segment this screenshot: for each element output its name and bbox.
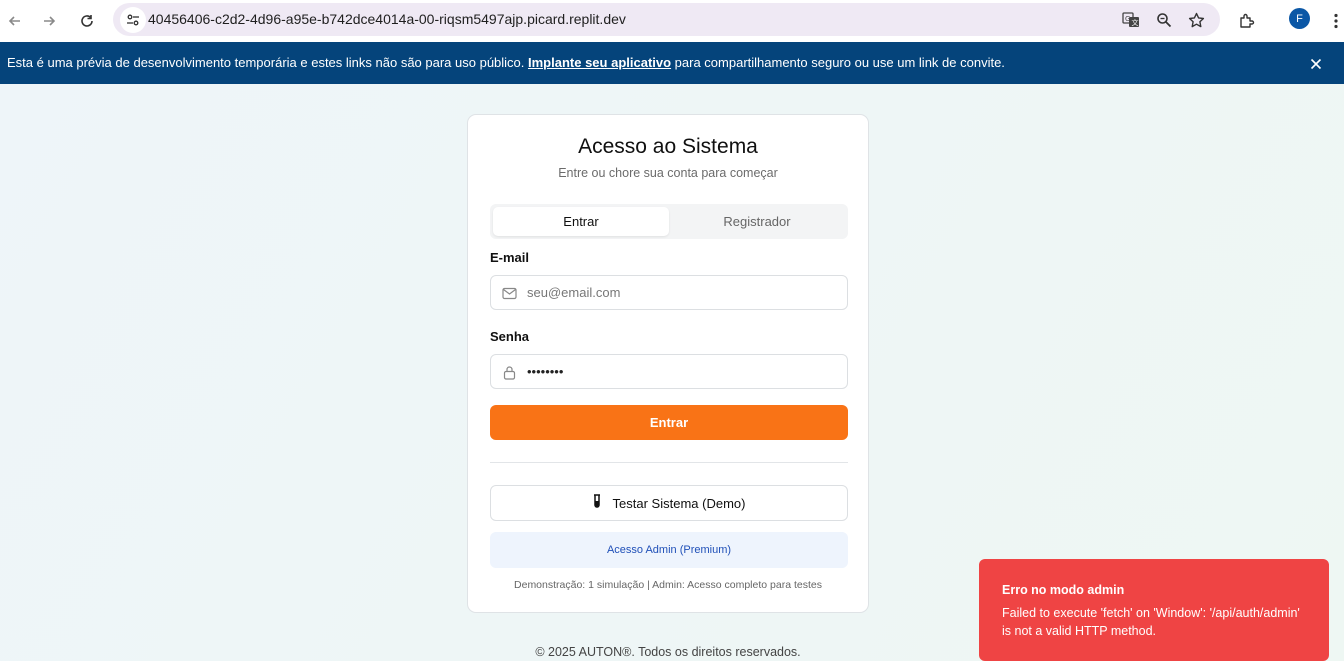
more-menu-icon[interactable] [1323,8,1344,34]
divider [490,462,848,463]
zoom-icon[interactable] [1153,9,1175,31]
auth-tabs: Entrar Registrador [490,204,848,239]
extensions-icon[interactable] [1234,8,1260,34]
email-field[interactable] [490,275,848,310]
toast-message: Failed to execute 'fetch' on 'Window': '… [1002,606,1300,638]
login-card: Acesso ao Sistema Entre ou chore sua con… [467,114,869,613]
test-tube-icon [593,494,601,512]
email-label: E-mail [490,250,530,265]
svg-text:文: 文 [1132,18,1139,27]
password-label: Senha [490,329,530,344]
tab-registrador[interactable]: Registrador [669,207,845,236]
login-submit-button[interactable]: Entrar [490,405,848,440]
svg-text:G: G [1125,15,1130,23]
browser-toolbar: 40456406-c2d2-4d96-a95e-b742dce4014a-00-… [0,0,1344,42]
deploy-app-link[interactable]: Implante seu aplicativo [528,55,671,70]
reload-icon[interactable] [74,8,100,34]
banner-text-before: Esta é uma prévia de desenvolvimento tem… [7,55,529,70]
address-bar[interactable]: 40456406-c2d2-4d96-a95e-b742dce4014a-00-… [113,3,1220,36]
mail-icon [501,285,517,301]
demo-button-label: Testar Sistema (Demo) [612,495,746,511]
error-toast[interactable]: Erro no modo admin Failed to execute 'fe… [979,559,1329,661]
back-icon[interactable] [2,8,28,34]
translate-icon[interactable]: G文 [1120,9,1142,31]
demo-button[interactable]: Testar Sistema (Demo) [490,485,848,521]
demo-note: Demonstração: 1 simulação | Admin: Acess… [514,579,822,591]
site-settings-icon[interactable] [120,7,146,33]
page-subtitle: Entre ou chore sua conta para começar [558,166,778,180]
tab-entrar[interactable]: Entrar [493,207,669,236]
dev-preview-banner: Esta é uma prévia de desenvolvimento tem… [0,42,1344,84]
banner-text-after: para compartilhamento seguro ou use um l… [671,55,1005,70]
url-text[interactable]: 40456406-c2d2-4d96-a95e-b742dce4014a-00-… [148,11,626,27]
email-input[interactable] [527,276,837,309]
lock-icon [501,364,517,380]
password-field[interactable] [490,354,848,389]
close-icon[interactable] [1307,55,1325,73]
page-title: Acesso ao Sistema [578,135,758,158]
banner-text: Esta é uma prévia de desenvolvimento tem… [7,55,1005,70]
profile-avatar[interactable]: F [1289,8,1310,29]
password-input[interactable] [527,355,837,388]
bookmark-star-icon[interactable] [1185,9,1207,31]
forward-icon[interactable] [36,8,62,34]
toast-title: Erro no modo admin [1002,583,1125,597]
admin-access-button[interactable]: Acesso Admin (Premium) [490,532,848,568]
